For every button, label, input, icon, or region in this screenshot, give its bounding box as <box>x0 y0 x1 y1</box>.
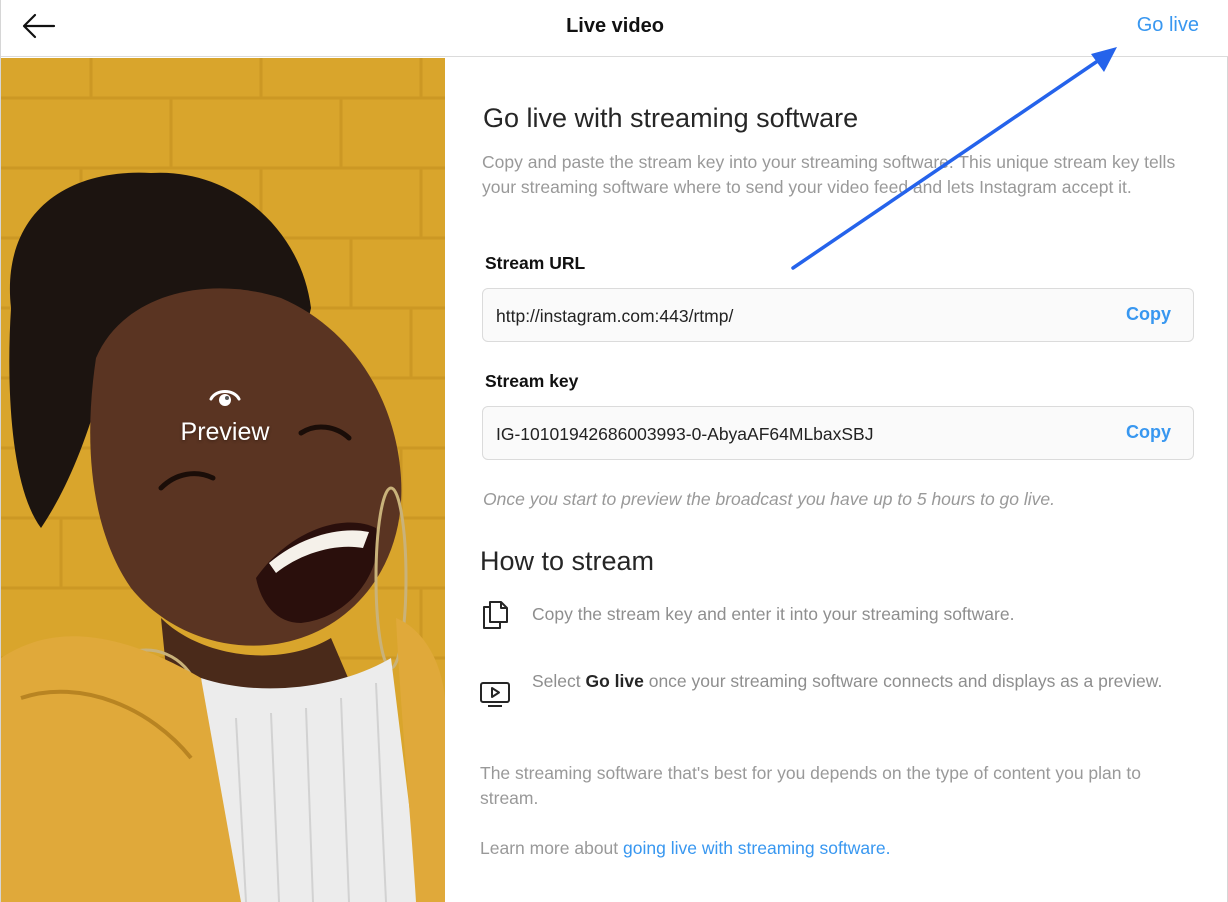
go-live-button[interactable]: Go live <box>1137 14 1199 37</box>
video-screen-icon <box>480 682 510 707</box>
section-heading: Go live with streaming software <box>483 103 859 133</box>
copy-stream-key-button[interactable]: Copy <box>1126 422 1171 443</box>
step-go-live-text-before: Select <box>532 671 586 691</box>
software-advice-text: The streaming software that's best for y… <box>480 763 1141 808</box>
step-go-live-text: Select Go live once your streaming softw… <box>532 669 1172 694</box>
step-go-live-bold: Go live <box>585 671 644 691</box>
learn-more-link[interactable]: going live with streaming software. <box>623 838 890 858</box>
stream-key-field[interactable]: IG-10101942686003993-0-AbyaAF64MLbaxSBJ … <box>482 406 1194 460</box>
learn-more-text: Learn more about going live with streami… <box>480 836 1180 861</box>
eye-icon <box>209 390 241 406</box>
copy-icon <box>483 601 508 629</box>
stream-url-field[interactable]: http://instagram.com:443/rtmp/ Copy <box>482 288 1194 342</box>
learn-more-prefix: Learn more about <box>480 838 624 858</box>
copy-stream-url-button[interactable]: Copy <box>1126 304 1171 325</box>
top-bar: Live video Go live <box>1 0 1228 57</box>
live-video-window: Live video Go live Preview Go live with … <box>0 0 1228 902</box>
page-title: Live video <box>566 15 664 37</box>
how-to-heading: How to stream <box>480 546 655 576</box>
preview-label: Preview <box>180 418 270 446</box>
stream-key-value: IG-10101942686003993-0-AbyaAF64MLbaxSBJ <box>496 424 874 444</box>
section-description: Copy and paste the stream key into your … <box>482 152 1176 197</box>
preview-time-note: Once you start to preview the broadcast … <box>483 489 1055 509</box>
step-copy-text: Copy the stream key and enter it into yo… <box>532 604 1015 624</box>
preview-photo <box>1 58 445 902</box>
stream-url-value: http://instagram.com:443/rtmp/ <box>496 306 734 326</box>
stream-settings-panel: Go live with streaming software Copy and… <box>445 58 1228 902</box>
step-go-live-text-after: once your streaming software connects an… <box>643 671 1163 691</box>
stream-key-label: Stream key <box>485 371 579 391</box>
preview-button[interactable]: Preview <box>151 383 299 447</box>
stream-url-label: Stream URL <box>485 253 586 273</box>
video-preview-panel: Preview <box>1 58 445 902</box>
